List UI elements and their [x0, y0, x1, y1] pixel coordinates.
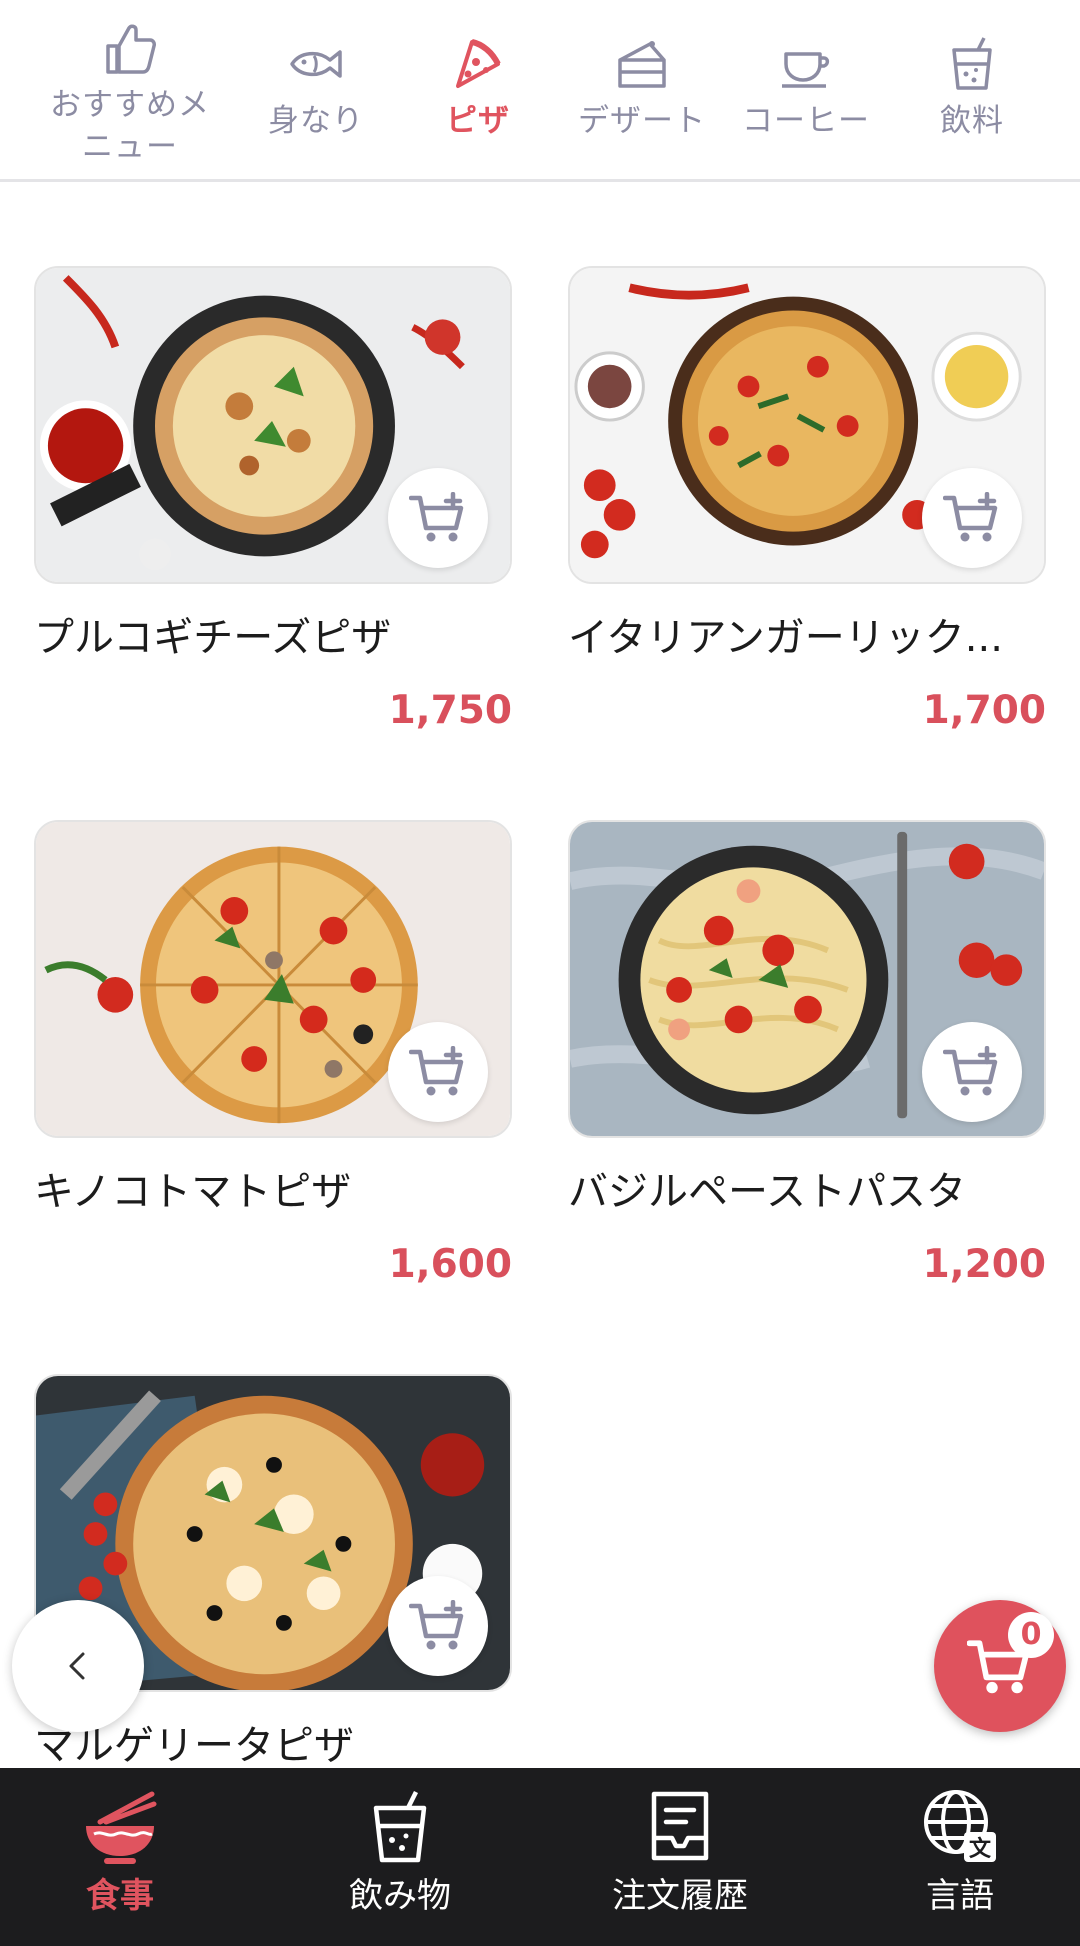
nav-label: 食事: [86, 1876, 154, 1916]
pizza-slice-icon: [456, 39, 501, 88]
bottom-nav: 食事 飲み物 注文履歴 文 言語: [0, 1768, 1080, 1946]
nav-label: 注文履歴: [612, 1876, 748, 1916]
product-price: 1,700: [922, 688, 1046, 733]
category-recommended[interactable]: おすすめメ ニュー: [50, 14, 210, 174]
cart-plus-icon: [943, 492, 998, 542]
product-image[interactable]: [568, 820, 1046, 1138]
category-main-dish[interactable]: 身なり: [236, 30, 396, 179]
category-label: 飲料: [940, 103, 1004, 139]
nav-label: 言語: [926, 1876, 994, 1916]
product-image[interactable]: [34, 820, 512, 1138]
product-card[interactable]: キノコトマトピザ 1,600: [34, 820, 512, 1287]
svg-text:文: 文: [969, 1836, 992, 1862]
category-dessert[interactable]: デザート: [562, 30, 722, 179]
cart-button[interactable]: 0: [934, 1600, 1066, 1732]
product-image[interactable]: [34, 266, 512, 584]
add-to-cart-button[interactable]: [388, 1576, 488, 1676]
add-to-cart-button[interactable]: [388, 468, 488, 568]
product-card[interactable]: イタリアンガーリック... 1,700: [568, 266, 1046, 733]
category-bar: おすすめメ ニュー 身なり ピザ デザート コーヒー 飲料: [0, 0, 1080, 182]
nav-meals[interactable]: 食事: [20, 1786, 220, 1936]
category-pizza[interactable]: ピザ: [398, 30, 558, 179]
product-name: バジルペーストパスタ: [568, 1169, 966, 1215]
fish-icon: [290, 50, 342, 78]
category-beverage[interactable]: 飲料: [892, 30, 1052, 179]
noodle-bowl-icon: [86, 1791, 157, 1864]
category-label: デザート: [578, 103, 706, 139]
product-name: イタリアンガーリック...: [568, 615, 1003, 661]
product-image[interactable]: [568, 266, 1046, 584]
nav-drinks[interactable]: 飲み物: [300, 1786, 500, 1936]
nav-order-history[interactable]: 注文履歴: [580, 1786, 780, 1936]
add-to-cart-button[interactable]: [922, 1022, 1022, 1122]
add-to-cart-button[interactable]: [922, 468, 1022, 568]
order-history-icon: [651, 1791, 709, 1861]
cart-plus-icon: [409, 1046, 464, 1096]
cart-plus-icon: [943, 1046, 998, 1096]
thumbs-up-icon: [106, 24, 156, 74]
product-price: 1,600: [388, 1242, 512, 1287]
cart-plus-icon: [409, 1600, 464, 1650]
back-button[interactable]: [12, 1600, 144, 1732]
drink-cup-icon: [373, 1790, 427, 1863]
product-name: マルゲリータピザ: [34, 1723, 354, 1769]
drink-cup-icon: [952, 37, 992, 90]
cart-count-badge: 0: [1008, 1612, 1054, 1658]
cart-plus-icon: [409, 492, 464, 542]
category-label: ピザ: [446, 103, 510, 139]
add-to-cart-button[interactable]: [388, 1022, 488, 1122]
category-coffee[interactable]: コーヒー: [726, 30, 886, 179]
product-name: キノコトマトピザ: [34, 1169, 352, 1215]
product-card[interactable]: プルコギチーズピザ 1,750: [34, 266, 512, 733]
product-price: 1,750: [388, 688, 512, 733]
chevron-left-icon: [69, 1652, 85, 1680]
globe-language-icon: 文: [924, 1790, 996, 1862]
category-label: 身なり: [268, 103, 364, 139]
product-card[interactable]: バジルペーストパスタ 1,200: [568, 820, 1046, 1287]
coffee-cup-icon: [782, 52, 830, 88]
product-price: 1,200: [922, 1242, 1046, 1287]
nav-language[interactable]: 文 言語: [860, 1786, 1060, 1936]
cake-icon: [618, 41, 666, 88]
category-label: コーヒー: [742, 103, 870, 139]
nav-label: 飲み物: [349, 1876, 451, 1916]
product-name: プルコギチーズピザ: [34, 615, 392, 661]
category-label: おすすめメ ニュー: [50, 87, 210, 165]
